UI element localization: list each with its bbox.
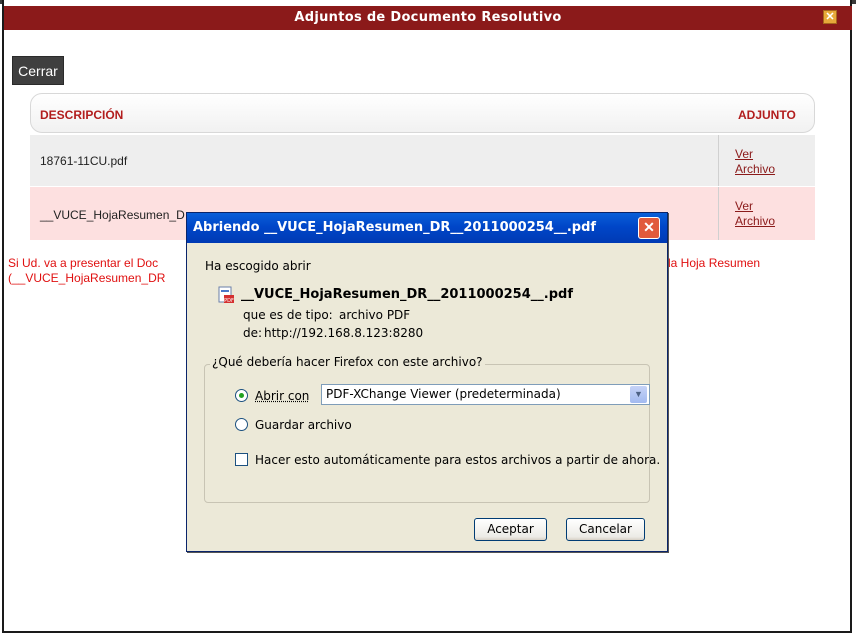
dialog-filename: __VUCE_HojaResumen_DR__2011000254__.pdf xyxy=(241,287,573,302)
open-with-radio[interactable] xyxy=(235,389,248,402)
ver-archivo-link[interactable]: Ver Archivo xyxy=(735,147,775,177)
accept-button[interactable]: Aceptar xyxy=(474,518,547,541)
row-description: 18761-11CU.pdf xyxy=(40,154,128,168)
row-description: __VUCE_HojaResumen_D xyxy=(40,208,185,222)
notice-line1-left: Si Ud. va a presentar el Doc xyxy=(8,256,159,270)
chosen-label: Ha escogido abrir xyxy=(205,259,311,273)
dialog-title: Abriendo __VUCE_HojaResumen_DR__20110002… xyxy=(187,213,667,243)
link-line[interactable]: Ver xyxy=(735,147,775,162)
cell-divider xyxy=(718,187,719,240)
from-value: http://192.168.8.123:8280 xyxy=(264,326,424,340)
ver-archivo-link[interactable]: Ver Archivo xyxy=(735,199,775,229)
radio-selected-dot xyxy=(239,393,244,398)
link-line[interactable]: Archivo xyxy=(735,214,775,229)
modal-title: Adjuntos de Documento Resolutivo xyxy=(4,6,852,30)
open-with-label[interactable]: Abrir con xyxy=(255,389,309,403)
save-file-radio[interactable] xyxy=(235,418,248,431)
link-line[interactable]: Ver xyxy=(735,199,775,214)
modal-close-icon[interactable]: ✕ xyxy=(823,10,837,24)
from-label: de: xyxy=(243,326,263,340)
cancel-button[interactable]: Cancelar xyxy=(566,518,645,541)
action-question: ¿Qué debería hacer Firefox con este arch… xyxy=(210,355,485,369)
svg-text:PDF: PDF xyxy=(224,298,234,304)
column-header-description: DESCRIPCIÓN xyxy=(40,108,124,122)
table-header xyxy=(30,93,815,133)
notice-line1-right: la Hoja Resumen xyxy=(668,256,761,270)
dialog-close-icon[interactable]: ✕ xyxy=(638,217,660,239)
type-value: archivo PDF xyxy=(339,308,411,322)
cerrar-button[interactable]: Cerrar xyxy=(12,56,64,85)
auto-action-checkbox[interactable] xyxy=(235,453,248,466)
link-line[interactable]: Archivo xyxy=(735,162,775,177)
save-file-label[interactable]: Guardar archivo xyxy=(255,418,352,432)
type-label: que es de tipo: xyxy=(243,308,333,322)
auto-action-label[interactable]: Hacer esto automáticamente para estos ar… xyxy=(255,453,660,467)
cell-divider xyxy=(718,135,719,186)
chevron-down-icon[interactable]: ▼ xyxy=(630,386,647,403)
pdf-file-icon: PDF xyxy=(218,286,234,304)
notice-line2-left: (__VUCE_HojaResumen_DR xyxy=(8,271,166,285)
table-row xyxy=(30,135,815,186)
column-header-attachment: ADJUNTO xyxy=(738,108,796,122)
open-with-select[interactable]: PDF-XChange Viewer (predeterminada) xyxy=(321,384,650,405)
